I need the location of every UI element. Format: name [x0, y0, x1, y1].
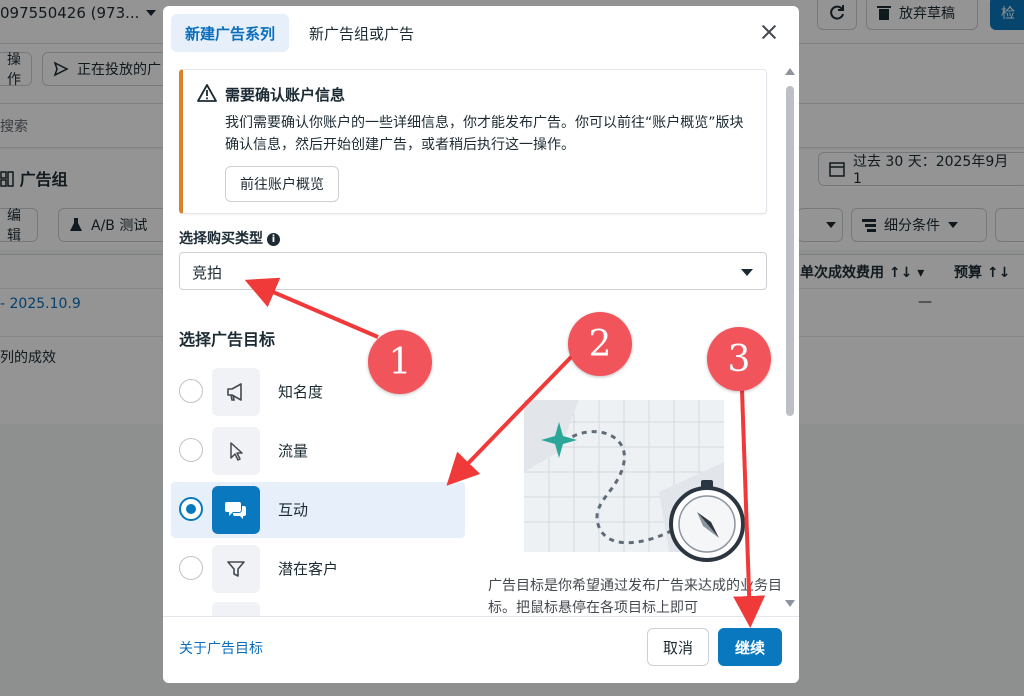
annotation-badge-2: 2	[568, 312, 632, 376]
alert-title: 需要确认账户信息	[225, 86, 346, 104]
objective-option-traffic[interactable]: 流量	[171, 423, 465, 479]
radio-leads[interactable]	[179, 556, 203, 580]
objective-label: 互动	[278, 501, 309, 519]
objective-label: 知名度	[278, 383, 324, 401]
radio-engagement[interactable]	[179, 497, 203, 521]
megaphone-icon	[212, 368, 260, 416]
account-overview-button[interactable]: 前往账户概览	[225, 166, 339, 202]
continue-button[interactable]: 继续	[718, 628, 782, 666]
radio-awareness[interactable]	[179, 379, 203, 403]
buy-type-select[interactable]: 竞拍	[179, 252, 767, 290]
annotation-badge-1: 1	[368, 330, 432, 394]
radio-traffic[interactable]	[179, 438, 203, 462]
alert-body: 我们需要确认你账户的一些详细信息，你才能发布广告。你可以前往“账户概览”版块确认…	[225, 115, 744, 153]
create-campaign-dialog: 新建广告系列 新广告组或广告 需要确认账户信息 我们需要确认你账户的一些详细信息…	[163, 6, 799, 683]
scrollbar-thumb[interactable]	[786, 86, 794, 416]
objective-description: 广告目标是你希望通过发布广告来达成的业务目标。把鼠标悬停在各项目标上即可	[488, 578, 782, 616]
cancel-button[interactable]: 取消	[647, 628, 709, 666]
cursor-icon	[212, 427, 260, 475]
buy-type-label: 选择购买类型 i	[179, 228, 280, 248]
chevron-down-icon	[741, 269, 753, 276]
objective-option-engagement[interactable]: 互动	[171, 482, 465, 538]
info-icon[interactable]: i	[267, 233, 280, 246]
account-verification-alert: 需要确认账户信息 我们需要确认你账户的一些详细信息，你才能发布广告。你可以前往“…	[179, 69, 767, 214]
buy-type-label-text: 选择购买类型	[179, 231, 263, 247]
objective-label: 潜在客户	[278, 560, 339, 578]
dialog-footer: 关于广告目标 取消 继续	[163, 616, 799, 683]
dialog-content: 需要确认账户信息 我们需要确认你账户的一些详细信息，你才能发布广告。你可以前往“…	[163, 62, 799, 616]
objective-option-leads[interactable]: 潜在客户	[171, 541, 465, 597]
objective-option-next[interactable]	[171, 600, 465, 616]
dialog-tabs: 新建广告系列 新广告组或广告	[171, 14, 428, 52]
warning-icon	[197, 84, 217, 102]
objective-title: 选择广告目标	[179, 330, 276, 349]
scroll-up-icon[interactable]	[785, 68, 795, 75]
scroll-down-icon[interactable]	[785, 600, 795, 607]
scrollbar[interactable]	[785, 68, 795, 608]
about-objectives-link[interactable]: 关于广告目标	[179, 638, 263, 658]
map-illustration	[524, 400, 745, 562]
objective-label: 流量	[278, 442, 309, 460]
buy-type-value: 竞拍	[192, 264, 223, 282]
close-icon[interactable]	[761, 24, 777, 40]
objective-icon	[212, 602, 260, 616]
chat-bubbles-icon	[212, 486, 260, 534]
filter-icon	[212, 545, 260, 593]
annotation-badge-3: 3	[707, 327, 771, 391]
tab-new-campaign[interactable]: 新建广告系列	[171, 14, 290, 52]
tab-new-adset-or-ad[interactable]: 新广告组或广告	[295, 14, 428, 52]
